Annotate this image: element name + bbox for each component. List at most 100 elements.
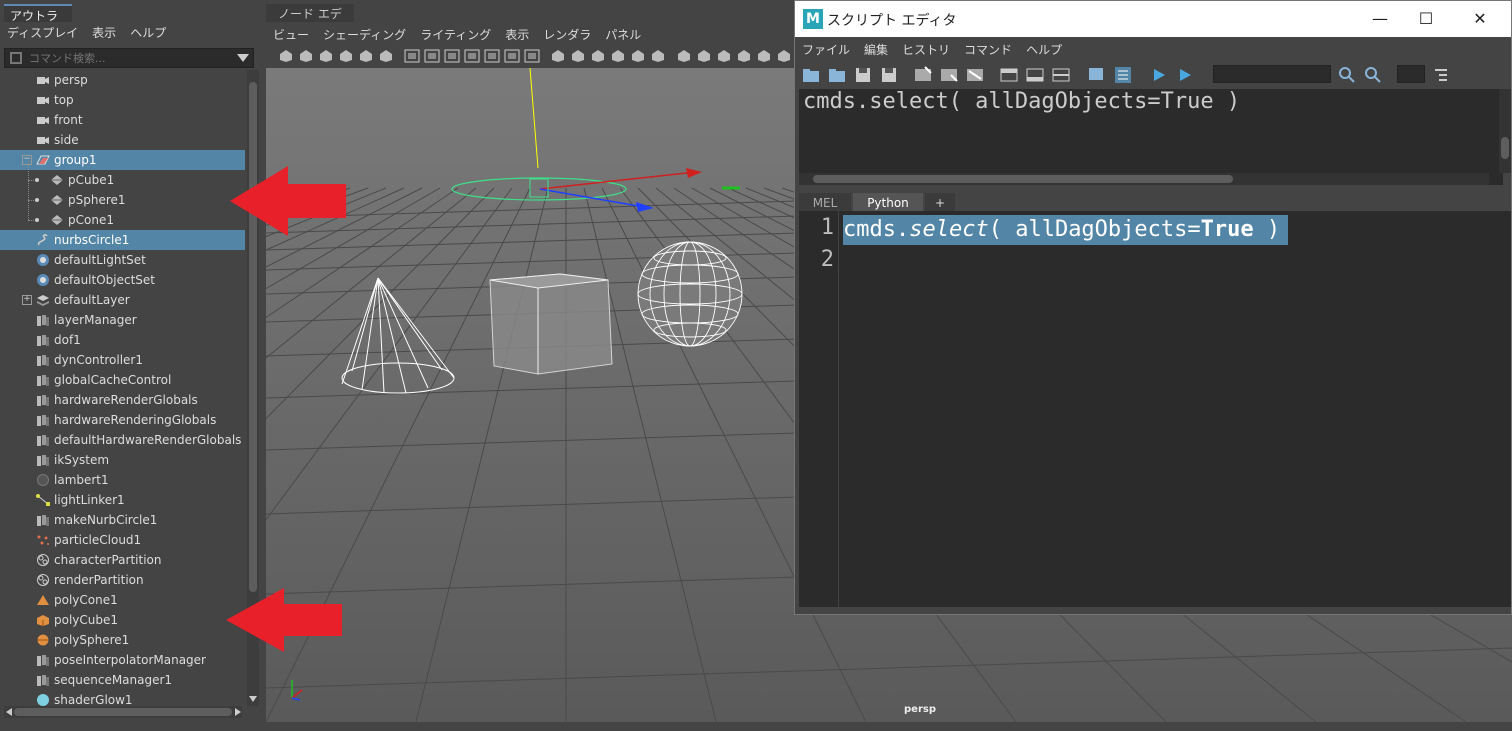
wireframe-on-shaded-icon[interactable] bbox=[590, 48, 606, 64]
outliner-item-top[interactable]: top bbox=[0, 90, 245, 110]
clear-history-icon[interactable] bbox=[913, 65, 933, 85]
menu-history[interactable]: ヒストリ bbox=[895, 39, 957, 60]
grease-pencil-icon[interactable] bbox=[378, 48, 394, 64]
outliner-item-polyCone1[interactable]: polyCone1 bbox=[0, 590, 245, 610]
smooth-shade-icon[interactable] bbox=[570, 48, 586, 64]
safe-title-icon[interactable] bbox=[524, 48, 540, 64]
goto-line-field[interactable] bbox=[1397, 65, 1425, 83]
outliner-item-polySphere1[interactable]: polySphere1 bbox=[0, 630, 245, 650]
film-gate-icon[interactable] bbox=[424, 48, 440, 64]
outliner-item-front[interactable]: front bbox=[0, 110, 245, 130]
camera-attributes-icon[interactable] bbox=[298, 48, 314, 64]
history-vertical-scroll-thumb[interactable] bbox=[1501, 137, 1509, 159]
image-plane-icon[interactable] bbox=[338, 48, 354, 64]
outliner-item-lightLinker1[interactable]: lightLinker1 bbox=[0, 490, 245, 510]
outliner-item-ikSystem[interactable]: ikSystem bbox=[0, 450, 245, 470]
outliner-item-particleCloud1[interactable]: particleCloud1 bbox=[0, 530, 245, 550]
outliner-item-pCone1[interactable]: pCone1 bbox=[0, 210, 245, 230]
menu-panels[interactable]: パネル bbox=[598, 24, 648, 45]
outliner-item-sequenceManager1[interactable]: sequenceManager1 bbox=[0, 670, 245, 690]
menu-show[interactable]: 表示 bbox=[85, 22, 123, 43]
tab-node-editor[interactable]: ノード エディタ bbox=[266, 4, 354, 38]
show-both-icon[interactable] bbox=[1051, 65, 1071, 85]
xray-icon[interactable] bbox=[610, 48, 626, 64]
outliner-item-nurbsCircle1[interactable]: nurbsCircle1 bbox=[0, 230, 245, 250]
menu-help[interactable]: ヘルプ bbox=[123, 22, 173, 43]
menu-edit[interactable]: 編集 bbox=[857, 39, 895, 60]
history-vertical-scrollbar[interactable] bbox=[1499, 89, 1511, 173]
script-history-pane[interactable]: cmds.select( allDagObjects=True ) bbox=[799, 89, 1503, 185]
outliner-item-persp[interactable]: persp bbox=[0, 70, 245, 90]
menu-file[interactable]: ファイル bbox=[795, 39, 857, 60]
gate-mask-icon[interactable] bbox=[464, 48, 480, 64]
pcube-mesh[interactable] bbox=[489, 273, 613, 375]
history-horizontal-scroll-thumb[interactable] bbox=[813, 175, 1233, 183]
collapse-toggle-icon[interactable]: − bbox=[22, 155, 32, 165]
menu-help[interactable]: ヘルプ bbox=[1019, 39, 1069, 60]
grid-icon[interactable] bbox=[404, 48, 420, 64]
wireframe-icon[interactable] bbox=[550, 48, 566, 64]
menu-display[interactable]: ディスプレイ bbox=[0, 22, 85, 43]
outliner-item-makeNurbCircle1[interactable]: makeNurbCircle1 bbox=[0, 510, 245, 530]
minimize-button[interactable]: — bbox=[1357, 1, 1403, 37]
outliner-item-renderPartition[interactable]: renderPartition bbox=[0, 570, 245, 590]
expand-toggle-icon[interactable]: + bbox=[22, 295, 32, 305]
outliner-item-dof1[interactable]: dof1 bbox=[0, 330, 245, 350]
tab-mel[interactable]: MEL bbox=[799, 193, 851, 213]
save-to-shelf-icon[interactable] bbox=[879, 65, 899, 85]
outliner-item-shaderGlow1[interactable]: shaderGlow1 bbox=[0, 690, 245, 706]
goto-line-icon[interactable] bbox=[1431, 65, 1451, 85]
outliner-item-defaultLayer[interactable]: defaultLayer + bbox=[0, 290, 245, 310]
scroll-right-arrow-icon[interactable] bbox=[233, 707, 243, 717]
outliner-item-side[interactable]: side bbox=[0, 130, 245, 150]
outliner-item-group1[interactable]: group1 − bbox=[0, 150, 245, 170]
search-options-icon[interactable] bbox=[9, 51, 23, 65]
script-input-pane[interactable]: 1 2 cmds.select( allDagObjects=True ) bbox=[799, 211, 1511, 607]
menu-shading[interactable]: シェーディング bbox=[316, 24, 413, 45]
outliner-item-defaultLightSet[interactable]: defaultLightSet bbox=[0, 250, 245, 270]
field-chart-icon[interactable] bbox=[484, 48, 500, 64]
script-search-field[interactable] bbox=[1213, 65, 1331, 83]
use-default-material-icon[interactable] bbox=[630, 48, 646, 64]
menu-view[interactable]: ビュー bbox=[266, 24, 316, 45]
search-down-icon[interactable] bbox=[1337, 65, 1357, 85]
outliner-item-pCube1[interactable]: pCube1 bbox=[0, 170, 245, 190]
command-search-input[interactable] bbox=[5, 49, 233, 67]
motion-blur-icon[interactable] bbox=[736, 48, 752, 64]
scroll-down-arrow-icon[interactable] bbox=[247, 694, 259, 704]
maximize-button[interactable]: ☐ bbox=[1403, 1, 1449, 37]
outliner-item-globalCacheControl[interactable]: globalCacheControl bbox=[0, 370, 245, 390]
add-tab-button[interactable]: + bbox=[925, 193, 955, 213]
safe-action-icon[interactable] bbox=[504, 48, 520, 64]
tab-outliner[interactable]: アウトライナ bbox=[4, 4, 72, 40]
execute-all-icon[interactable] bbox=[1175, 65, 1195, 85]
echo-commands-icon[interactable] bbox=[1087, 65, 1107, 85]
close-button[interactable]: ✕ bbox=[1457, 1, 1503, 37]
tab-python[interactable]: Python bbox=[853, 193, 923, 213]
open-script-icon[interactable] bbox=[801, 65, 821, 85]
outliner-horizontal-scroll-thumb[interactable] bbox=[14, 708, 232, 716]
menu-lighting[interactable]: ライティング bbox=[413, 24, 498, 45]
search-up-icon[interactable] bbox=[1363, 65, 1383, 85]
textured-icon[interactable] bbox=[650, 48, 666, 64]
ambient-occlusion-icon[interactable] bbox=[716, 48, 732, 64]
show-input-icon[interactable] bbox=[1025, 65, 1045, 85]
resolution-gate-icon[interactable] bbox=[444, 48, 460, 64]
psphere-wireframe[interactable] bbox=[637, 241, 743, 347]
script-editor-titlebar[interactable]: M スクリプト エディタ — ☐ ✕ bbox=[795, 1, 1511, 37]
code-line-selected[interactable]: cmds.select( allDagObjects=True ) bbox=[843, 215, 1289, 245]
menu-command[interactable]: コマンド bbox=[957, 39, 1019, 60]
outliner-item-poseInterpolatorManager[interactable]: poseInterpolatorManager bbox=[0, 650, 245, 670]
outliner-item-defaultHardwareRenderGlobals[interactable]: defaultHardwareRenderGlobals bbox=[0, 430, 245, 450]
line-numbers-icon[interactable] bbox=[1113, 65, 1133, 85]
source-script-icon[interactable] bbox=[827, 65, 847, 85]
2d-pan-icon[interactable] bbox=[358, 48, 374, 64]
outliner-item-pSphere1[interactable]: pSphere1 bbox=[0, 190, 245, 210]
outliner-item-hardwareRenderingGlobals[interactable]: hardwareRenderingGlobals bbox=[0, 410, 245, 430]
outliner-item-layerManager[interactable]: layerManager bbox=[0, 310, 245, 330]
menu-show[interactable]: 表示 bbox=[498, 24, 536, 45]
shadows-icon[interactable] bbox=[696, 48, 712, 64]
clear-all-icon[interactable] bbox=[965, 65, 985, 85]
show-history-icon[interactable] bbox=[999, 65, 1019, 85]
chevron-down-icon[interactable] bbox=[237, 54, 249, 62]
